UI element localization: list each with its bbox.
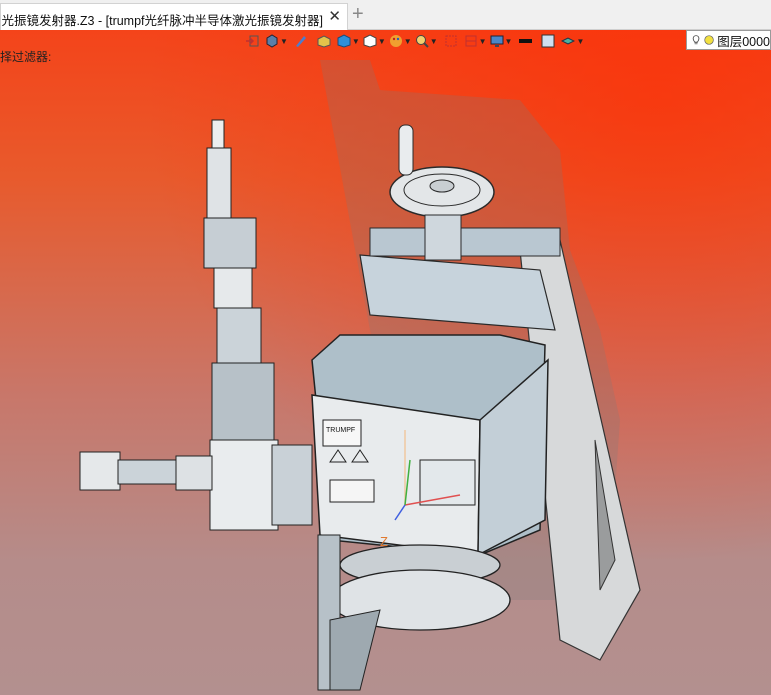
document-tab-title: 激光振镜发射器.Z3 - [trumpf光纤脉冲半导体激光振镜发射器] (1, 14, 323, 28)
zoom-button[interactable]: ▼ (415, 31, 438, 51)
color-square-button[interactable] (538, 31, 558, 51)
zoom-icon (415, 35, 429, 48)
render-mode-icon (266, 34, 278, 48)
lightbulb-icon (692, 35, 700, 45)
layer-name: 图层0000 (717, 34, 770, 49)
close-icon[interactable]: ✕ (328, 7, 341, 25)
brand-plate: TRUMPF (326, 427, 355, 434)
blue-cube-icon (337, 34, 351, 48)
section-icon (465, 35, 477, 47)
color-square-icon (541, 34, 555, 48)
monitor-button[interactable]: ▼ (490, 31, 512, 51)
document-tab[interactable]: 激光振镜发射器.Z3 - [trumpf光纤脉冲半导体激光振镜发射器] ✕ (0, 3, 348, 30)
tab-bar: 激光振镜发射器.Z3 - [trumpf光纤脉冲半导体激光振镜发射器] ✕ + (0, 0, 771, 30)
pen-button[interactable] (291, 31, 311, 51)
layer-selector[interactable]: 图层0000 (686, 30, 771, 50)
white-cube-icon (363, 34, 377, 48)
line-style-button[interactable] (515, 31, 535, 51)
exit-sketch-button[interactable] (242, 31, 262, 51)
exit-sketch-icon (246, 35, 259, 47)
new-tab-button[interactable]: + (352, 3, 364, 26)
palette-button[interactable]: ▼ (389, 31, 412, 51)
shaded-box-icon (317, 35, 331, 48)
shaded-box-button[interactable] (314, 31, 334, 51)
render-mode-button[interactable]: ▼ (265, 31, 288, 51)
blue-cube-button[interactable]: ▼ (337, 31, 360, 51)
line-style-icon (519, 39, 533, 43)
select-box-icon (445, 35, 457, 47)
laser-galvo-model[interactable]: TRUMPF Z (0, 30, 771, 695)
monitor-icon (490, 35, 504, 47)
viewport-toolbar: ▼ ▼ ▼ ▼ ▼ ▼ ▼ ▼ (242, 30, 584, 52)
pen-icon (295, 36, 306, 47)
layer-stack-icon (561, 37, 576, 45)
z-axis-label: Z (380, 534, 388, 549)
select-box-button[interactable] (441, 31, 461, 51)
palette-icon (389, 35, 402, 47)
layer-status-icon (704, 35, 714, 45)
section-button[interactable]: ▼ (464, 31, 487, 51)
3d-viewport[interactable]: 择过滤器: TRUMPF Z (0, 30, 771, 695)
white-cube-button[interactable]: ▼ (363, 31, 386, 51)
layer-stack-button[interactable]: ▼ (561, 31, 584, 51)
